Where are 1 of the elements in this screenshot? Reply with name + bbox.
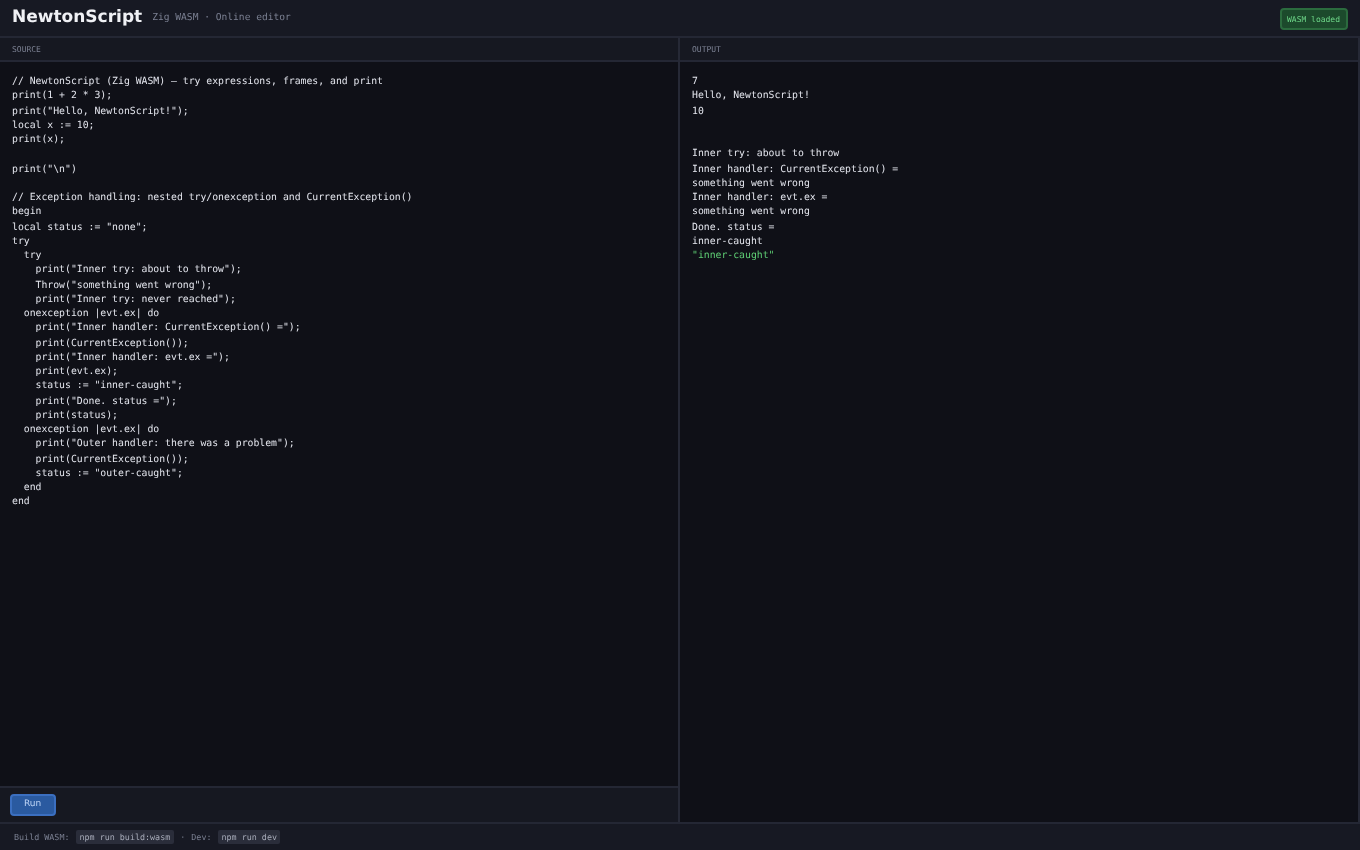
app-title: NewtonScript: [12, 8, 143, 28]
